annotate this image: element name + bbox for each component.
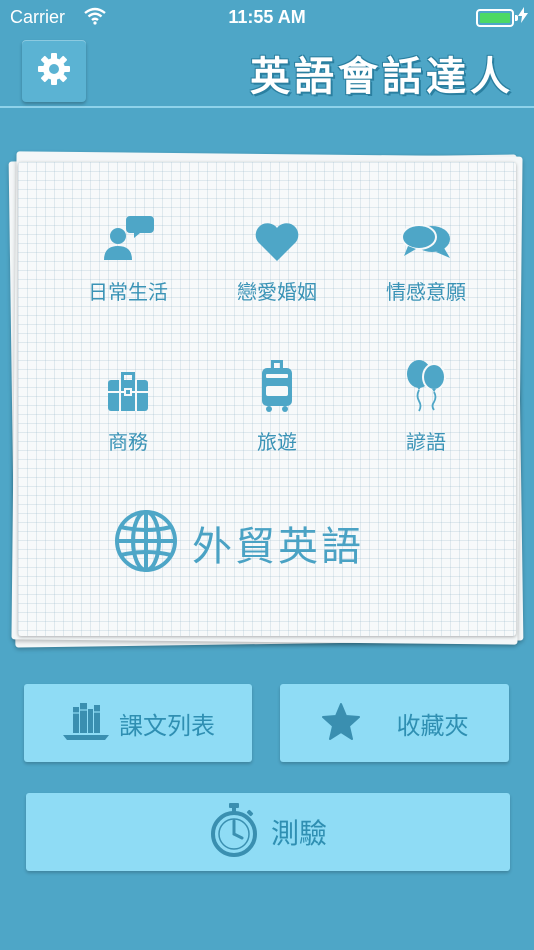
star-icon [321, 702, 361, 744]
balloons-icon [405, 360, 447, 416]
gear-icon [35, 50, 73, 92]
battery-icon [476, 9, 514, 27]
settings-button[interactable] [22, 40, 86, 102]
lesson-list-button[interactable]: 課文列表 [24, 684, 252, 762]
category-label: 旅遊 [257, 430, 297, 454]
category-romance[interactable]: 戀愛婚姻 [207, 214, 347, 305]
paper-sheet-front: 日常生活 戀愛婚姻 情感意願 商務 旅遊 諺語 外貿英語 [18, 162, 516, 636]
category-label: 情感意願 [386, 280, 466, 304]
category-foreign-trade[interactable]: 外貿英語 [114, 508, 364, 578]
favorites-button[interactable]: 收藏夾 [280, 684, 509, 762]
charging-icon [518, 7, 528, 28]
app-title: 英語會話達人 [250, 53, 514, 100]
category-label: 戀愛婚姻 [237, 280, 317, 304]
person-speech-icon [102, 214, 154, 266]
suitcase-icon [260, 360, 294, 416]
category-daily-life[interactable]: 日常生活 [58, 214, 198, 305]
featured-label: 外貿英語 [192, 524, 364, 570]
nav-bar: 英語會話達人 [0, 36, 534, 108]
category-label: 日常生活 [88, 280, 168, 304]
category-proverbs[interactable]: 諺語 [356, 360, 496, 455]
category-label: 諺語 [406, 430, 446, 454]
quiz-label: 測驗 [270, 817, 327, 850]
category-business[interactable]: 商務 [58, 364, 198, 455]
globe-icon [114, 509, 178, 577]
briefcase-icon [107, 370, 149, 416]
status-time: 11:55 AM [228, 7, 306, 27]
quiz-button[interactable]: 測驗 [26, 793, 510, 871]
category-label: 商務 [108, 430, 148, 454]
stopwatch-icon [209, 803, 259, 861]
status-bar: Carrier 11:55 AM [0, 0, 534, 36]
chat-bubbles-icon [400, 222, 452, 266]
heart-icon [254, 222, 300, 266]
category-card: 日常生活 戀愛婚姻 情感意願 商務 旅遊 諺語 外貿英語 [8, 151, 524, 648]
category-travel[interactable]: 旅遊 [207, 360, 347, 455]
bookshelf-icon [61, 701, 111, 745]
category-emotions[interactable]: 情感意願 [356, 214, 496, 305]
favorites-label: 收藏夾 [396, 711, 469, 740]
lesson-list-label: 課文列表 [119, 711, 215, 740]
